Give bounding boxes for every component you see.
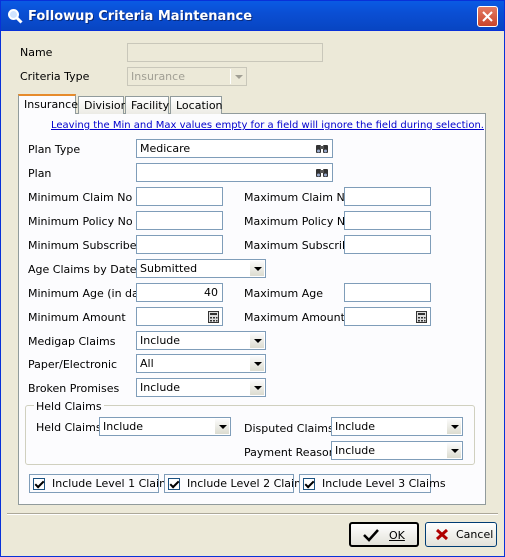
chevron-down-icon [230,69,245,84]
max-claim-input[interactable] [344,187,431,206]
chevron-down-icon [446,443,461,458]
chevron-down-icon [249,380,264,395]
binoculars-icon[interactable] [315,166,329,179]
broken-label: Broken Promises [28,382,120,395]
max-policy-input[interactable] [344,211,431,230]
ok-button[interactable]: OK [349,522,419,547]
magnifier-icon [8,9,23,24]
hint-link[interactable]: Leaving the Min and Max values empty for… [51,120,484,131]
max-amount-input[interactable] [344,307,431,326]
dialog-window: Followup Criteria Maintenance Name Crite… [0,0,505,557]
tab-division[interactable]: Division [78,96,128,114]
chevron-down-icon [249,333,264,348]
held-select[interactable]: Include [99,417,231,436]
min-policy-label: Minimum Policy No [28,215,133,228]
name-field[interactable] [127,43,323,62]
paper-select[interactable]: All [136,354,266,373]
plan-label: Plan [28,167,52,180]
chevron-down-icon [249,261,264,276]
max-amount-label: Maximum Amount [244,311,345,324]
plan-type-label: Plan Type [28,143,81,156]
min-claim-label: Minimum Claim No [28,191,133,204]
min-age-input[interactable]: 40 [136,283,223,302]
include-level3-checkbox[interactable]: Include Level 3 Claims [299,474,446,493]
chevron-down-icon [214,419,229,434]
disputed-label: Disputed Claims [244,422,334,435]
max-claim-label: Maximum Claim No [244,191,352,204]
checkbox-checked-icon [168,478,180,490]
broken-select[interactable]: Include [136,378,266,397]
disputed-select[interactable]: Include [331,417,463,436]
tab-location[interactable]: Location [170,96,223,114]
plan-type-field[interactable]: Medicare [136,139,333,158]
checkbox-checked-icon [303,478,315,490]
held-group-label: Held Claims [34,400,104,413]
tab-insurance[interactable]: Insurance [18,94,78,114]
min-claim-input[interactable] [136,187,223,206]
close-button[interactable] [477,6,498,27]
max-subscriber-label: Maximum Subscriber [244,239,361,252]
window-title: Followup Criteria Maintenance [28,9,253,24]
close-icon [482,11,493,22]
checkmark-icon [363,529,379,542]
payment-reason-label: Payment Reason [244,446,336,459]
age-by-date-label: Age Claims by Date [28,263,137,276]
max-age-label: Maximum Age [244,287,323,300]
medigap-label: Medigap Claims [28,335,116,348]
x-icon [435,528,449,541]
max-subscriber-input[interactable] [344,235,431,254]
age-by-date-select[interactable]: Submitted [136,259,266,278]
medigap-select[interactable]: Include [136,331,266,350]
max-policy-label: Maximum Policy No [244,215,352,228]
plan-field[interactable] [136,163,333,182]
max-age-input[interactable] [344,283,431,302]
cancel-button[interactable]: Cancel [425,522,497,547]
checkbox-checked-icon [33,478,45,490]
min-amount-label: Minimum Amount [28,311,126,324]
tab-facility[interactable]: Facility [125,96,169,114]
min-subscriber-input[interactable] [136,235,223,254]
chevron-down-icon [446,419,461,434]
calculator-icon[interactable] [416,311,427,323]
title-bar[interactable]: Followup Criteria Maintenance [1,1,504,31]
name-label: Name [20,46,53,59]
payment-reason-select[interactable]: Include [331,441,463,460]
min-policy-input[interactable] [136,211,223,230]
include-level1-checkbox[interactable]: Include Level 1 Claims [29,474,176,493]
min-subscriber-label: Minimum Subscriber [28,239,142,252]
calculator-icon[interactable] [208,311,219,323]
include-level2-checkbox[interactable]: Include Level 2 Claims [164,474,311,493]
paper-label: Paper/Electronic [28,358,118,371]
binoculars-icon[interactable] [315,142,329,155]
chevron-down-icon [249,356,264,371]
criteria-type-label: Criteria Type [20,70,90,83]
held-label: Held Claims [36,421,102,434]
divider [7,513,498,515]
criteria-type-select[interactable]: Insurance [127,67,247,86]
min-amount-input[interactable] [136,307,223,326]
